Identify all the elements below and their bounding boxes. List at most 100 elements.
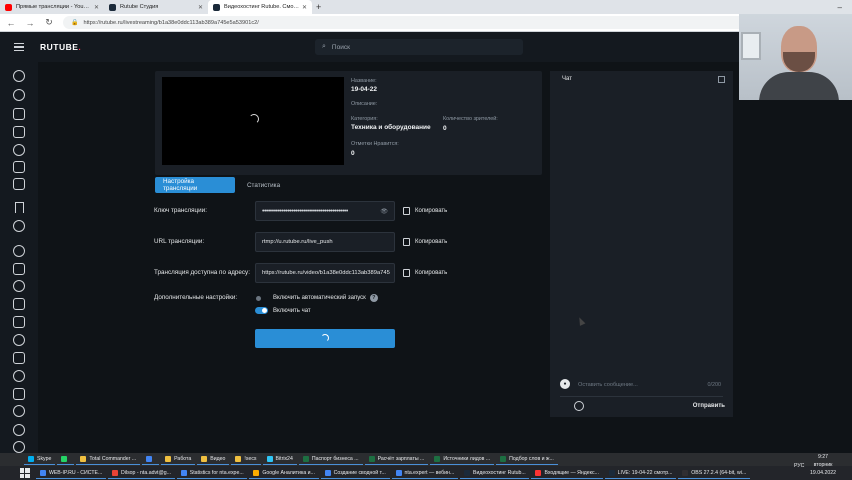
minimize-icon[interactable]: – (838, 3, 842, 12)
music-icon[interactable] (13, 263, 25, 275)
taskbar-item[interactable]: LIVE: 19-04-22 смотр... (604, 468, 677, 479)
browser-tab-rutube-studio[interactable]: Rutube Студия ✕ (104, 0, 208, 14)
browser-tab-youtube[interactable]: Прямые трансляции - YouTube ✕ (0, 0, 104, 14)
taskbar-item[interactable]: Google Аналитика и... (249, 468, 319, 479)
likes-label: Отметки Нравится: (351, 141, 399, 147)
taskbar-item[interactable]: Statistics for nta.expe... (176, 468, 248, 479)
app-icon (165, 456, 172, 462)
food-icon[interactable] (13, 405, 25, 417)
games-icon[interactable] (13, 161, 25, 173)
send-button[interactable]: Отправить (693, 403, 725, 409)
browser-tab-rutube-video[interactable]: Видеохостинг Rutube. Смотрит ✕ (208, 0, 312, 14)
taskbar-item[interactable]: Расчёт зарплаты ... (364, 454, 429, 465)
stream-address-label: Трансляция доступна по адресу: (154, 269, 250, 276)
tv-icon[interactable] (13, 126, 25, 138)
youtube-icon (5, 3, 12, 11)
taskbar-item[interactable] (142, 454, 160, 465)
browser-tabbar: Прямые трансляции - YouTube ✕ Rutube Сту… (0, 0, 852, 14)
taskbar-item[interactable]: Источники лидов ... (430, 454, 495, 465)
eye-icon[interactable]: 👁 (380, 208, 388, 215)
forward-icon[interactable]: → (25, 18, 35, 28)
taskbar-item[interactable]: WEB-IP.RU - СИСТЕ... (35, 468, 107, 479)
taskbar-item-label: Google Аналитика и... (262, 469, 315, 476)
url-field[interactable]: 🔒 https://rutube.ru/livestreaming/b1a38e… (63, 16, 846, 29)
kids-icon[interactable] (13, 280, 25, 292)
taskbar-item[interactable]: Видеохостинг Rutub... (459, 468, 530, 479)
science-icon[interactable] (13, 370, 25, 382)
stream-key-label: Ключ трансляции: (154, 207, 207, 214)
browser-tab-label: Прямые трансляции - YouTube (16, 4, 91, 10)
auto-icon[interactable] (13, 352, 25, 364)
back-icon[interactable]: ← (6, 18, 16, 28)
travel-icon[interactable] (13, 388, 25, 400)
emoji-icon[interactable] (574, 401, 584, 411)
logo-text: RUTUBE (40, 42, 79, 52)
input-language[interactable]: РУС (794, 463, 804, 469)
trending-icon[interactable] (13, 89, 25, 101)
taskbar-item[interactable]: nta.expert — вебин... (391, 468, 458, 479)
stream-address-field[interactable]: https://rutube.ru/video/b1a38e0ddc113ab3… (255, 263, 395, 283)
autostart-toggle[interactable] (255, 295, 268, 302)
taskbar-item-label: Statistics for nta.expe... (189, 469, 244, 476)
taskbar-item[interactable]: Total Commander ... (76, 454, 141, 465)
autostart-option[interactable]: Включить автоматический запуск ? (255, 294, 378, 302)
films-icon[interactable] (13, 316, 25, 328)
subscriptions-icon[interactable] (13, 108, 25, 120)
taskbar-item[interactable]: Видео (197, 454, 230, 465)
video-preview[interactable] (162, 77, 344, 165)
taskbar-item[interactable]: Паспорт бизнеса ... (298, 454, 363, 465)
description-label: Описание: (351, 101, 378, 107)
taskbar-clock[interactable]: 9:27 вторник 19.04.2022 (802, 453, 844, 477)
app-icon (180, 469, 187, 476)
taskbar-item[interactable]: Работа (161, 454, 196, 465)
taskbar-item[interactable]: Создание сводной т... (320, 468, 390, 479)
sport-icon[interactable] (13, 245, 25, 257)
history-icon[interactable] (13, 220, 25, 232)
popout-icon[interactable] (718, 76, 725, 83)
close-icon[interactable]: ✕ (94, 4, 99, 11)
taskbar-item[interactable]: !secs (231, 454, 261, 465)
copy-stream-address-button[interactable]: Копировать (403, 269, 447, 277)
taskbar-item[interactable] (57, 454, 75, 465)
settings-icon[interactable] (13, 424, 25, 436)
windows-start-icon[interactable] (20, 468, 30, 478)
search-input[interactable]: ⌕ Поиск (315, 39, 523, 55)
bookmark-icon[interactable] (13, 202, 25, 214)
help-icon[interactable] (13, 441, 25, 453)
lock-icon[interactable] (13, 144, 25, 156)
chat-option[interactable]: Включить чат (255, 307, 311, 314)
close-icon[interactable]: ✕ (302, 4, 307, 11)
address-bar: ← → ↻ 🔒 https://rutube.ru/livestreaming/… (0, 14, 852, 32)
close-icon[interactable]: ✕ (198, 4, 203, 11)
chat-message-input[interactable]: Оставить сообщение... (578, 382, 638, 388)
stream-key-field[interactable]: ••••••••••••••••••••••••••••••••••••••••… (255, 201, 395, 221)
taskbar-item[interactable]: Входящие — Яндекс... (531, 468, 603, 479)
stream-url-field[interactable]: rtmp://u.rutube.ru/live_push (255, 232, 395, 252)
copy-stream-key-button[interactable]: Копировать (403, 207, 447, 215)
taskbar-item[interactable]: OBS 27.2.4 (64-bit, wi... (678, 468, 750, 479)
rutube-logo[interactable]: RUTUBE. (40, 42, 81, 52)
menu-icon[interactable] (14, 43, 24, 51)
help-icon[interactable]: ? (369, 294, 378, 302)
app-icon (235, 456, 242, 462)
home-icon[interactable] (13, 70, 25, 82)
humor-icon[interactable] (13, 334, 25, 346)
browser-tab-label: Rutube Студия (120, 4, 159, 10)
taskbar-item[interactable]: Dilsop - nta.advt@g... (108, 468, 175, 479)
copy-icon (403, 238, 410, 246)
app-icon (682, 469, 689, 476)
news-icon[interactable] (13, 298, 25, 310)
taskbar-item[interactable]: Подбор слов и ж... (496, 454, 558, 465)
screen-icon[interactable] (13, 178, 25, 190)
taskbar-item[interactable]: Skype (24, 454, 56, 465)
tab-stream-settings[interactable]: Настройка трансляции (155, 177, 235, 193)
copy-stream-url-button[interactable]: Копировать (403, 238, 447, 246)
taskbar-item-label: Подбор слов и ж... (509, 456, 554, 462)
avatar: ● (560, 379, 570, 389)
reload-icon[interactable]: ↻ (44, 17, 54, 28)
new-tab-icon[interactable]: + (316, 2, 321, 12)
taskbar-item[interactable]: Bitrix24 (262, 454, 297, 465)
save-button[interactable] (255, 329, 395, 348)
chat-toggle[interactable] (255, 307, 268, 314)
tab-statistics[interactable]: Статистика (239, 177, 288, 193)
